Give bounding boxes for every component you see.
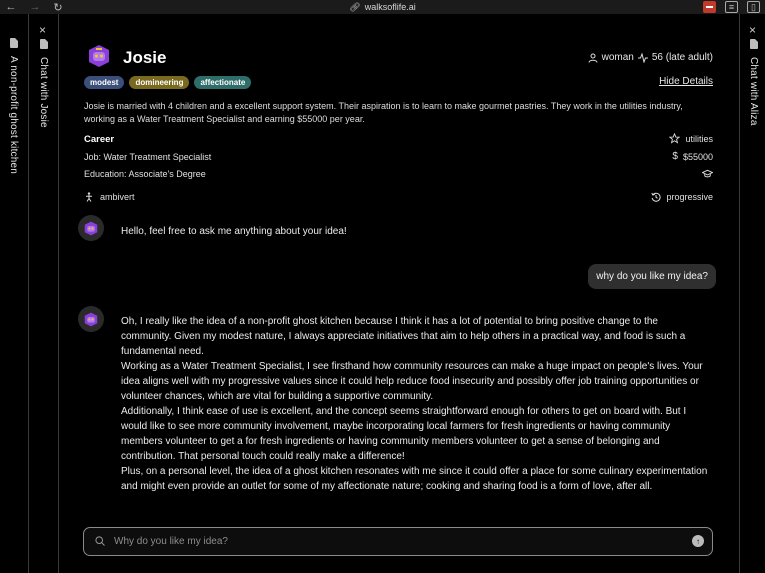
browser-toolbar: ← → ↻ 🔗︎ walksoflife.ai ≡ ▯ xyxy=(0,0,765,14)
persona-avatar xyxy=(89,45,109,67)
hide-details-link[interactable]: Hide Details xyxy=(659,76,713,87)
link-icon: 🔗︎ xyxy=(349,1,361,12)
salary: $ $55000 xyxy=(672,151,713,162)
job: Job: Water Treatment Specialist xyxy=(84,152,212,162)
politics-label: progressive xyxy=(666,192,713,202)
extension-icon[interactable] xyxy=(703,1,716,13)
assistant-reply: Oh, I really like the idea of a non-prof… xyxy=(121,314,711,494)
career-heading: Career xyxy=(84,134,115,145)
person-icon xyxy=(588,53,598,63)
chat-input[interactable] xyxy=(114,536,674,547)
personality: ambivert xyxy=(84,192,135,202)
reply-paragraph: Working as a Water Treatment Specialist,… xyxy=(121,361,703,402)
assistant-avatar xyxy=(78,215,104,241)
right-rail[interactable]: × Chat with Aliza xyxy=(739,14,765,573)
address-bar[interactable]: 🔗︎ walksoflife.ai xyxy=(0,0,765,14)
persona-name: Josie xyxy=(123,48,167,67)
tag-affectionate: affectionate xyxy=(194,76,252,89)
send-arrow-icon[interactable]: ↑ xyxy=(692,535,704,547)
age: 56 (late adult) xyxy=(651,52,713,63)
reply-paragraph: Additionally, I think ease of use is exc… xyxy=(121,406,687,462)
project-title[interactable]: A non-profit ghost kitchen xyxy=(8,56,19,174)
chat-input-box[interactable]: ↑ xyxy=(83,527,713,556)
other-chat-title[interactable]: Chat with Aliza xyxy=(748,57,759,126)
star-icon xyxy=(669,133,681,144)
activity-icon xyxy=(637,52,648,63)
persona-demographics: woman 56 (late adult) xyxy=(588,52,713,63)
document-icon xyxy=(10,38,18,48)
gender: woman xyxy=(601,52,634,63)
ambivert-icon xyxy=(86,192,92,202)
education: Education: Associate's Degree xyxy=(84,169,206,179)
graduation-cap-icon xyxy=(702,169,713,178)
document-icon xyxy=(40,39,48,49)
left-outer-rail[interactable]: A non-profit ghost kitchen xyxy=(0,14,29,573)
industry: utilities xyxy=(669,133,713,144)
chat-title[interactable]: Chat with Josie xyxy=(38,57,49,128)
close-icon[interactable]: × xyxy=(749,24,756,36)
url-text: walksoflife.ai xyxy=(364,2,416,12)
assistant-greeting: Hello, feel free to ask me anything abou… xyxy=(121,226,347,237)
tag-modest: modest xyxy=(84,76,125,89)
document-icon xyxy=(750,39,758,49)
personality-label: ambivert xyxy=(100,192,135,202)
dollar-icon: $ xyxy=(672,151,678,162)
user-message: why do you like my idea? xyxy=(588,264,716,289)
persona-chat-panel: Josie woman 56 (late adult) modest domin… xyxy=(60,14,738,573)
persona-bio: Josie is married with 4 children and a e… xyxy=(84,101,683,124)
history-icon xyxy=(651,192,662,202)
trait-tags: modest domineering affectionate xyxy=(84,76,252,89)
left-inner-rail[interactable]: × Chat with Josie xyxy=(29,14,59,573)
assistant-avatar xyxy=(78,306,104,332)
sidebar-icon[interactable]: ▯ xyxy=(747,1,760,13)
tag-domineering: domineering xyxy=(129,76,190,89)
politics: progressive xyxy=(651,192,713,202)
close-icon[interactable]: × xyxy=(39,24,46,36)
education-icon-wrap xyxy=(702,169,713,178)
reader-icon[interactable]: ≡ xyxy=(725,1,738,13)
industry-label: utilities xyxy=(685,133,713,144)
reply-paragraph: Oh, I really like the idea of a non-prof… xyxy=(121,316,686,357)
search-icon xyxy=(95,536,105,546)
salary-value: $55000 xyxy=(682,151,713,162)
reply-paragraph: Plus, on a personal level, the idea of a… xyxy=(121,466,708,492)
